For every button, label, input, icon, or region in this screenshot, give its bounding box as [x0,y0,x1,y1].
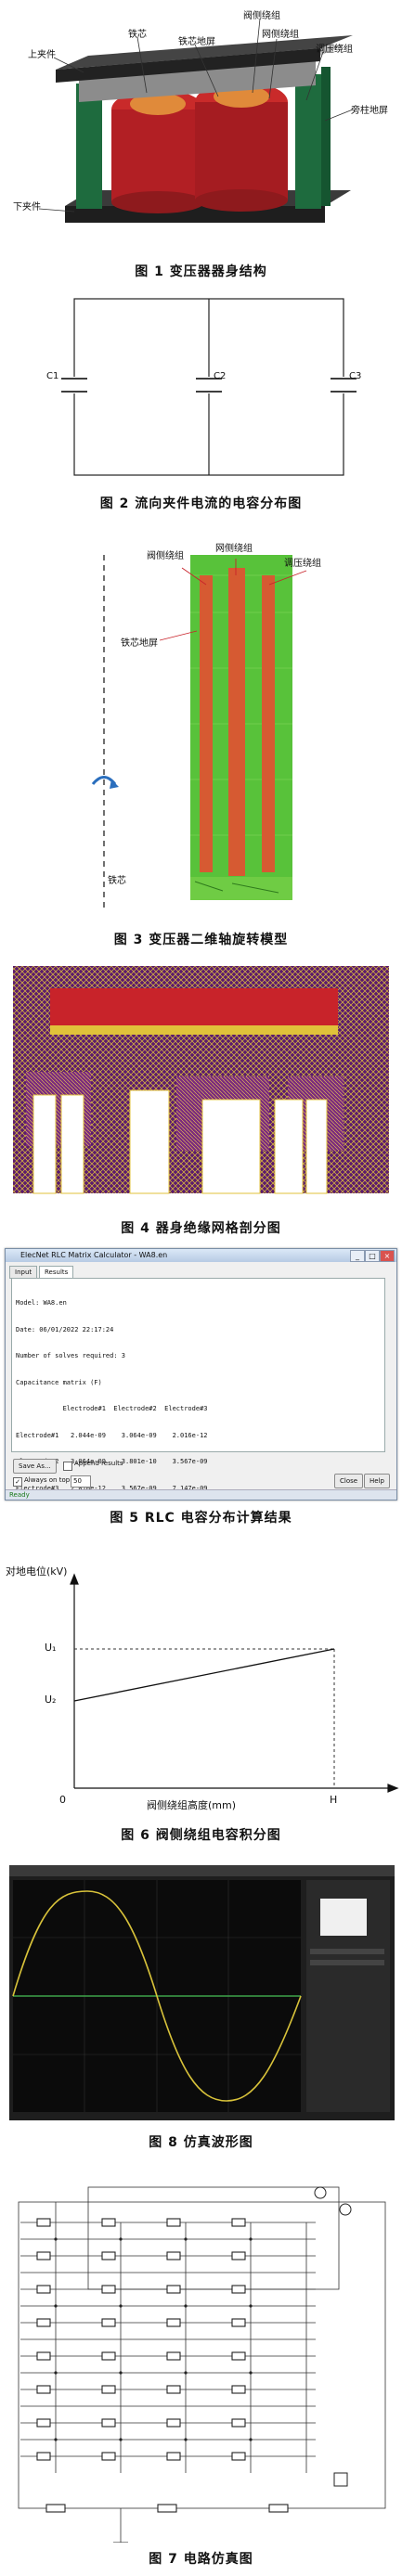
figure-6: 对地电位(kV) U₁ U₂ 0 阀侧绕组高度(mm) H 图 6 阀侧绕组电容… [0,1545,402,1851]
fig6-tick-u1: U₁ [45,1642,57,1654]
capacitance-circuit [61,298,357,476]
mesh-band-red [50,988,338,1025]
results-output: Model: WA8.en Date: 06/01/2022 22:17:24 … [11,1278,385,1492]
label-upper-clamp: 上夹件 [28,50,56,60]
output-line: Electrode#1 2.044e-09 3.064e-09 2.016e-1… [16,1431,208,1439]
tap-winding-block [262,575,275,872]
output-line: Capacitance matrix (F) [16,1378,102,1386]
label-lower-clamp: 下夹件 [13,202,41,213]
grid-winding-block [228,568,245,876]
fig3-label-tap-winding: 调压绕组 [284,559,321,569]
close-button[interactable]: Close [334,1474,364,1488]
caption-figure-7: 图 7 电路仿真图 [149,2552,253,2567]
fig6-ylabel: 对地电位(kV) [6,1565,68,1578]
tab-input[interactable]: Input [9,1266,38,1279]
source-symbol-icon [314,2186,327,2199]
figure-2: C1 C2 C3 图 2 流向夹件电流的电容分布图 [0,278,402,520]
append-results-label: Append results [74,1460,123,1467]
fig6-x-end: H [330,1794,338,1806]
output-line: Model: WA8.en [16,1299,67,1307]
figure-7: 图 7 电路仿真图 [0,2167,402,2576]
caption-figure-5: 图 5 RLC 电容分布计算结果 [110,1511,292,1526]
fig6-tick-u2: U₂ [45,1694,57,1706]
circuit-simulation-diagram [18,2186,386,2543]
fig6-xlabel: 阀侧绕组高度(mm) [147,1799,237,1811]
label-c3: C3 [349,371,362,381]
tab-results[interactable]: Results [39,1266,74,1279]
figure-5: ElecNet RLC Matrix Calculator - WA8.en _… [0,1248,402,1531]
status-bar: Ready [6,1489,396,1500]
always-on-top-label: Always on top [24,1476,71,1484]
rlc-matrix-window: ElecNet RLC Matrix Calculator - WA8.en _… [5,1248,397,1501]
simulation-waveform-screen [9,1865,395,2120]
window-titlebar: ElecNet RLC Matrix Calculator - WA8.en _… [6,1249,396,1262]
close-window-button[interactable]: × [380,1250,395,1262]
figure-3: 阀侧绕组 网侧绕组 调压绕组 铁芯地屏 铁芯 图 3 变压器二维轴旋转模型 [0,520,402,960]
caption-figure-4: 图 4 器身绝缘网格剖分图 [121,1221,281,1236]
fig3-label-core: 铁芯 [108,876,126,886]
label-tap-winding: 调压绕组 [316,45,353,55]
valve-winding-capacitance-plot [70,1573,399,1793]
label-side-shield: 旁柱地屏 [351,106,388,116]
fig3-label-grid-winding: 网侧绕组 [215,544,253,554]
caption-figure-2: 图 2 流向夹件电流的电容分布图 [99,496,303,511]
label-valve-winding: 阀侧绕组 [243,11,280,21]
label-c2: C2 [214,371,227,381]
valve-winding-block [200,575,213,872]
caption-figure-8: 图 8 仿真波形图 [149,2135,253,2150]
potential-line [73,1648,335,1702]
output-line: Electrode#1 Electrode#2 Electrode#3 [16,1405,208,1412]
output-line: Date: 06/01/2022 22:17:24 [16,1325,114,1333]
insulation-mesh-image [13,966,389,1194]
output-line: Number of solves required: 3 [16,1352,126,1359]
label-core: 铁芯 [128,30,147,40]
figure-1: 上夹件 铁芯 铁芯地屏 阀侧绕组 网侧绕组 调压绕组 旁柱地屏 下夹件 图 1 … [0,0,402,288]
caption-figure-6: 图 6 阀侧绕组电容积分图 [121,1828,281,1843]
minimize-button[interactable]: _ [350,1250,365,1262]
window-title: ElecNet RLC Matrix Calculator - WA8.en [20,1251,168,1259]
axisymmetric-model [91,555,307,909]
fig3-label-valve-winding: 阀侧绕组 [147,551,184,561]
coil-right-shape [195,102,288,200]
help-button[interactable]: Help [364,1474,390,1488]
figure-4: 图 4 器身绝缘网格剖分图 [0,960,402,1239]
always-on-top-checkbox[interactable]: ✓ [13,1477,22,1487]
label-grid-winding: 网侧绕组 [262,30,299,40]
coil-left-shape [111,109,204,202]
append-results-checkbox[interactable] [63,1462,72,1471]
fig6-origin: 0 [59,1794,66,1806]
maximize-button[interactable]: □ [365,1250,380,1262]
save-as-button[interactable]: Save As... [13,1459,57,1474]
caption-figure-1: 图 1 变压器器身结构 [135,264,267,279]
label-core-shield: 铁芯地屏 [178,37,215,47]
fig3-label-core-shield: 铁芯地屏 [121,638,158,649]
left-leg-shape [76,84,102,209]
top-value-field[interactable]: 50 [71,1475,91,1488]
label-c1: C1 [46,371,59,381]
caption-figure-3: 图 3 变压器二维轴旋转模型 [113,933,289,947]
figure-8: 图 8 仿真波形图 [0,1865,402,2162]
